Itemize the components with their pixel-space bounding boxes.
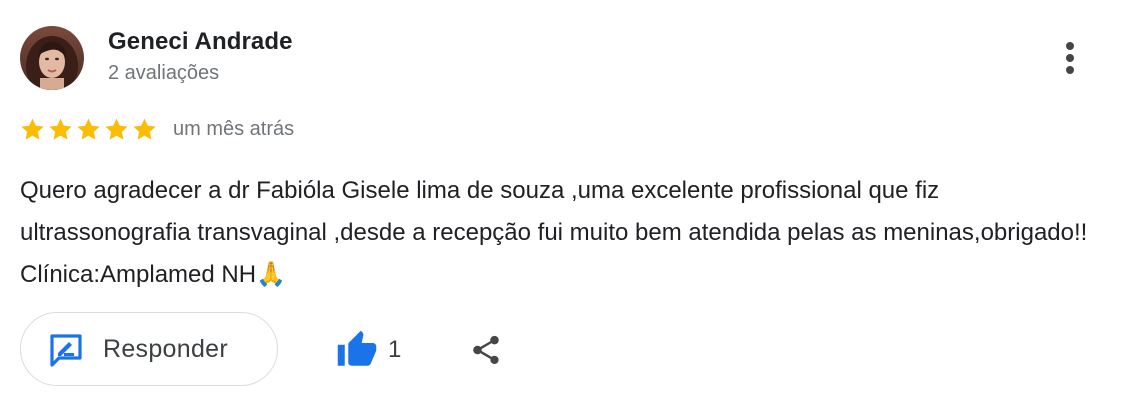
author-review-count: 2 avaliações xyxy=(108,62,220,84)
star-icon xyxy=(133,118,156,140)
reply-button-label: Responder xyxy=(103,335,229,363)
more-options-button[interactable] xyxy=(1048,36,1092,80)
more-vert-icon xyxy=(1066,42,1074,74)
share-button[interactable] xyxy=(464,328,508,372)
review-card: Geneci Andrade 2 avaliações um mês atrás… xyxy=(0,0,1122,402)
share-icon xyxy=(473,335,499,365)
like-button[interactable]: 1 xyxy=(336,326,401,374)
star-icon xyxy=(49,118,72,140)
star-icon xyxy=(21,118,44,140)
rating-row: um mês atrás xyxy=(20,114,294,144)
star-icon xyxy=(77,118,100,140)
like-count: 1 xyxy=(388,336,402,363)
review-date: um mês atrás xyxy=(173,117,295,140)
star-rating xyxy=(20,117,157,142)
avatar-image xyxy=(20,26,84,90)
review-text: Quero agradecer a dr Fabióla Gisele lima… xyxy=(20,177,1088,288)
star-icon xyxy=(105,118,128,140)
avatar[interactable] xyxy=(20,26,84,90)
reply-edit-icon xyxy=(50,334,82,367)
reply-button[interactable]: Responder xyxy=(20,312,278,386)
thumb-up-icon xyxy=(337,330,377,366)
author-name[interactable]: Geneci Andrade xyxy=(108,28,293,56)
